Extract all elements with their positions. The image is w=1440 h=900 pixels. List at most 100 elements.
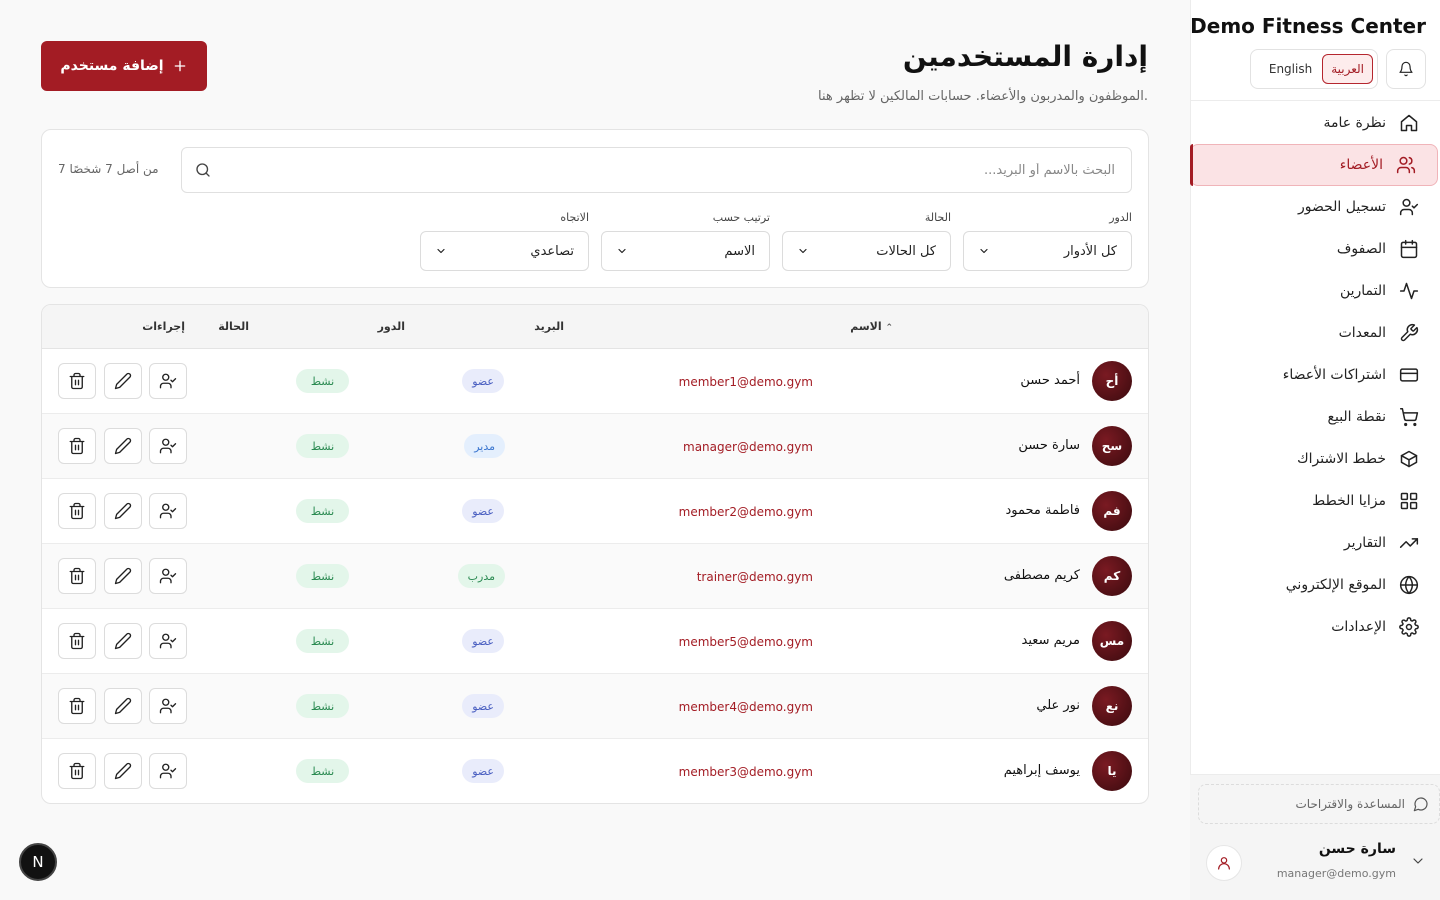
table-row: سح سارة حسن manager@demo.gym مدير نشط: [42, 414, 1148, 479]
check-in-button[interactable]: [149, 753, 187, 789]
role-badge: عضو: [462, 629, 504, 653]
edit-button[interactable]: [104, 363, 142, 399]
avatar: فم: [1092, 491, 1132, 531]
calendar-icon: [1398, 238, 1420, 260]
sort-by-label: ترتيب حسب: [712, 211, 770, 224]
user-check-icon: [159, 372, 177, 390]
sidebar-item-9[interactable]: مزايا الخطط: [1190, 480, 1440, 522]
status-filter-select[interactable]: كل الحالات: [782, 231, 951, 271]
notifications-button[interactable]: [1386, 49, 1426, 89]
direction-select[interactable]: تصاعدي: [420, 231, 589, 271]
sort-by-select[interactable]: الاسم: [601, 231, 770, 271]
dev-tools-badge[interactable]: N: [19, 843, 57, 881]
user-name-cell: نور علي: [1036, 698, 1080, 713]
check-in-button[interactable]: [149, 493, 187, 529]
user-name-cell: فاطمة محمود: [1005, 503, 1080, 518]
delete-button[interactable]: [58, 623, 96, 659]
sidebar-item-2[interactable]: تسجيل الحضور: [1190, 186, 1440, 228]
status-badge: نشط: [296, 369, 349, 393]
language-switcher: العربية English: [1250, 49, 1378, 89]
trash-icon: [68, 762, 86, 780]
user-check-icon: [159, 567, 177, 585]
add-user-button[interactable]: إضافة مستخدم: [41, 41, 207, 91]
lang-arabic-button[interactable]: العربية: [1322, 54, 1373, 84]
trash-icon: [68, 697, 86, 715]
chevron-down-icon: [980, 248, 988, 254]
cart-icon: [1398, 406, 1420, 428]
role-badge: مدير: [464, 434, 505, 458]
sidebar-item-11[interactable]: الموقع الإلكتروني: [1190, 564, 1440, 606]
chevron-down-icon: [618, 248, 626, 254]
check-in-button[interactable]: [149, 688, 187, 724]
pencil-icon: [114, 632, 132, 650]
bell-icon: [1399, 61, 1413, 77]
help-feedback-button[interactable]: المساعدة والاقتراحات: [1198, 784, 1440, 824]
check-in-button[interactable]: [149, 428, 187, 464]
sidebar-item-7[interactable]: نقطة البيع: [1190, 396, 1440, 438]
delete-button[interactable]: [58, 753, 96, 789]
user-email-cell: member3@demo.gym: [678, 765, 813, 779]
edit-button[interactable]: [104, 688, 142, 724]
user-name-cell: سارة حسن: [1018, 438, 1080, 453]
sidebar-item-label: الموقع الإلكتروني: [1285, 577, 1386, 593]
sidebar-item-label: مزايا الخطط: [1312, 493, 1386, 509]
pencil-icon: [114, 372, 132, 390]
sidebar-item-12[interactable]: الإعدادات: [1190, 606, 1440, 648]
edit-button[interactable]: [104, 493, 142, 529]
wrench-icon: [1398, 322, 1420, 344]
table-row: كم كريم مصطفى trainer@demo.gym مدرب نشط: [42, 544, 1148, 609]
sidebar-item-10[interactable]: التقارير: [1190, 522, 1440, 564]
sidebar-item-8[interactable]: خطط الاشتراك: [1190, 438, 1440, 480]
column-name-header[interactable]: الاسم ⌃: [850, 320, 893, 333]
language-row: العربية English: [1250, 49, 1426, 89]
user-icon: [1218, 857, 1230, 870]
check-in-button[interactable]: [149, 363, 187, 399]
user-name-cell: يوسف إبراهيم: [1003, 763, 1080, 778]
sidebar-item-0[interactable]: نظرة عامة: [1190, 102, 1440, 144]
table-row: أح أحمد حسن member1@demo.gym عضو نشط: [42, 349, 1148, 414]
search-box: [181, 147, 1132, 193]
grid-icon: [1398, 490, 1420, 512]
delete-button[interactable]: [58, 688, 96, 724]
edit-button[interactable]: [104, 623, 142, 659]
user-check-icon: [1398, 196, 1420, 218]
sidebar-item-4[interactable]: التمارين: [1190, 270, 1440, 312]
user-name-cell: مريم سعيد: [1021, 633, 1080, 648]
sidebar-item-3[interactable]: الصفوف: [1190, 228, 1440, 270]
sidebar-item-label: الإعدادات: [1331, 619, 1386, 635]
role-filter-label: الدور: [1109, 211, 1132, 224]
table-row: مس مريم سعيد member5@demo.gym عضو نشط: [42, 609, 1148, 674]
check-in-button[interactable]: [149, 623, 187, 659]
edit-button[interactable]: [104, 558, 142, 594]
sidebar-item-label: المعدات: [1338, 325, 1386, 341]
edit-button[interactable]: [104, 753, 142, 789]
role-filter-value: كل الأدوار: [1063, 243, 1117, 259]
sidebar-item-5[interactable]: المعدات: [1190, 312, 1440, 354]
pencil-icon: [114, 437, 132, 455]
delete-button[interactable]: [58, 428, 96, 464]
users-icon: [1395, 154, 1417, 176]
avatar: كم: [1092, 556, 1132, 596]
sidebar-item-1[interactable]: الأعضاء: [1190, 144, 1438, 186]
table-row: نع نور علي member4@demo.gym عضو نشط: [42, 674, 1148, 739]
role-badge: مدرب: [457, 564, 505, 588]
user-menu[interactable]: سارة حسن manager@demo.gym: [1204, 837, 1426, 887]
user-email: manager@demo.gym: [1276, 867, 1396, 880]
column-name-label: الاسم: [850, 320, 882, 333]
sidebar: Demo Fitness Center العربية English نظرة…: [1190, 0, 1440, 900]
sidebar-item-label: نظرة عامة: [1323, 115, 1386, 131]
search-input[interactable]: [235, 148, 1115, 192]
role-filter-select[interactable]: كل الأدوار: [963, 231, 1132, 271]
delete-button[interactable]: [58, 363, 96, 399]
user-email-cell: member4@demo.gym: [678, 700, 813, 714]
lang-english-button[interactable]: English: [1261, 54, 1320, 84]
avatar: نع: [1092, 686, 1132, 726]
box-icon: [1398, 448, 1420, 470]
delete-button[interactable]: [58, 493, 96, 529]
user-email-cell: member2@demo.gym: [678, 505, 813, 519]
edit-button[interactable]: [104, 428, 142, 464]
delete-button[interactable]: [58, 558, 96, 594]
sidebar-item-6[interactable]: اشتراكات الأعضاء: [1190, 354, 1440, 396]
check-in-button[interactable]: [149, 558, 187, 594]
brand-name: Demo Fitness Center: [1190, 14, 1426, 38]
